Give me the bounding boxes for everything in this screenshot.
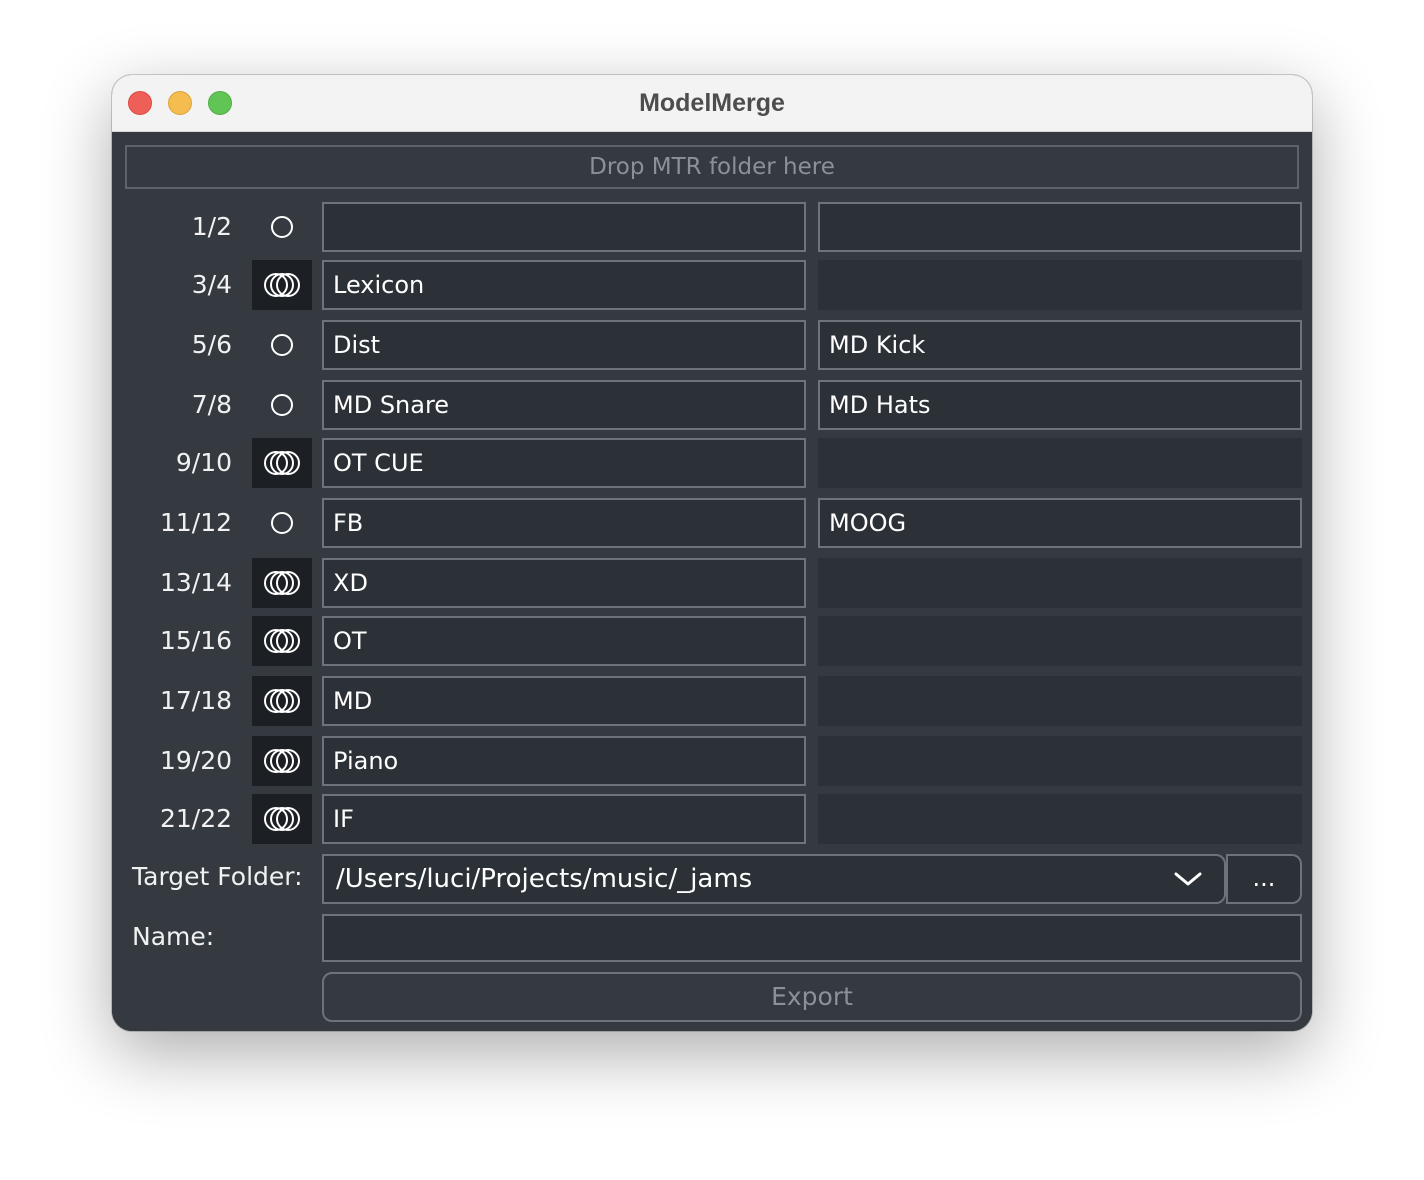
channel-label: 21/22 bbox=[159, 804, 232, 833]
channel-left-name-input[interactable]: Piano bbox=[322, 736, 806, 786]
stereo-link-toggle[interactable] bbox=[252, 498, 312, 548]
channel-left-name-input[interactable]: OT CUE bbox=[322, 438, 806, 488]
stereo-link-toggle[interactable] bbox=[252, 736, 312, 786]
app-window: ModelMerge Drop MTR folder here 1/2 3/4 Le… bbox=[112, 75, 1312, 1031]
channel-row: 1/2 bbox=[112, 202, 1312, 252]
window-title: ModelMerge bbox=[639, 89, 785, 117]
target-folder-select[interactable]: /Users/luci/Projects/music/_jams bbox=[322, 854, 1226, 904]
linked-circles-icon bbox=[264, 571, 300, 595]
channel-row: 9/10 OT CUE bbox=[112, 438, 1312, 488]
channel-left-name-input[interactable]: IF bbox=[322, 794, 806, 844]
channel-right-name-input[interactable]: MD Kick bbox=[818, 320, 1302, 370]
stereo-link-toggle[interactable] bbox=[252, 320, 312, 370]
stereo-link-toggle[interactable] bbox=[252, 202, 312, 252]
channel-left-name-input[interactable]: MD bbox=[322, 676, 806, 726]
single-circle-icon bbox=[271, 216, 293, 238]
stereo-link-toggle[interactable] bbox=[252, 260, 312, 310]
target-folder-label: Target Folder: bbox=[132, 862, 303, 891]
channel-right-name-input bbox=[818, 676, 1302, 726]
single-circle-icon bbox=[271, 394, 293, 416]
channel-right-name-input bbox=[818, 736, 1302, 786]
channel-label: 13/14 bbox=[159, 568, 232, 597]
channel-label: 9/10 bbox=[175, 448, 232, 477]
channel-right-name-input bbox=[818, 438, 1302, 488]
channel-label: 11/12 bbox=[159, 508, 232, 537]
channel-label: 17/18 bbox=[159, 686, 232, 715]
channel-left-name-input[interactable]: OT bbox=[322, 616, 806, 666]
drop-zone[interactable]: Drop MTR folder here bbox=[125, 145, 1299, 189]
channel-left-name-input[interactable]: MD Snare bbox=[322, 380, 806, 430]
channel-row: 21/22 IF bbox=[112, 794, 1312, 844]
channel-right-name-input[interactable]: MD Hats bbox=[818, 380, 1302, 430]
channel-right-name-input[interactable] bbox=[818, 202, 1302, 252]
channel-left-name-input[interactable] bbox=[322, 202, 806, 252]
channel-label: 5/6 bbox=[191, 330, 232, 359]
channel-right-name-input bbox=[818, 794, 1302, 844]
browse-folder-button[interactable]: ... bbox=[1226, 854, 1302, 904]
channel-row: 19/20 Piano bbox=[112, 736, 1312, 786]
stereo-link-toggle[interactable] bbox=[252, 616, 312, 666]
channel-left-name-input[interactable]: FB bbox=[322, 498, 806, 548]
main-content: Drop MTR folder here 1/2 3/4 Lexicon 5/6 Dis… bbox=[112, 132, 1312, 1031]
channel-left-name-input[interactable]: XD bbox=[322, 558, 806, 608]
channel-left-name-input[interactable]: Dist bbox=[322, 320, 806, 370]
channel-label: 15/16 bbox=[159, 626, 232, 655]
channel-row: 5/6 Dist MD Kick bbox=[112, 320, 1312, 370]
channel-right-name-input bbox=[818, 558, 1302, 608]
export-button[interactable]: Export bbox=[322, 972, 1302, 1022]
stereo-link-toggle[interactable] bbox=[252, 380, 312, 430]
stereo-link-toggle[interactable] bbox=[252, 794, 312, 844]
channel-label: 3/4 bbox=[191, 270, 232, 299]
name-input[interactable] bbox=[322, 914, 1302, 962]
channel-label: 19/20 bbox=[159, 746, 232, 775]
single-circle-icon bbox=[271, 334, 293, 356]
channel-right-name-input bbox=[818, 616, 1302, 666]
linked-circles-icon bbox=[264, 749, 300, 773]
stereo-link-toggle[interactable] bbox=[252, 676, 312, 726]
linked-circles-icon bbox=[264, 629, 300, 653]
channel-row: 15/16 OT bbox=[112, 616, 1312, 666]
linked-circles-icon bbox=[264, 451, 300, 475]
linked-circles-icon bbox=[264, 689, 300, 713]
chevron-down-icon bbox=[1174, 872, 1202, 886]
channel-row: 7/8 MD Snare MD Hats bbox=[112, 380, 1312, 430]
channel-label: 7/8 bbox=[191, 390, 232, 419]
stereo-link-toggle[interactable] bbox=[252, 558, 312, 608]
title-bar: ModelMerge bbox=[112, 75, 1312, 132]
linked-circles-icon bbox=[264, 273, 300, 297]
channel-row: 17/18 MD bbox=[112, 676, 1312, 726]
name-label: Name: bbox=[132, 922, 215, 951]
channel-left-name-input[interactable]: Lexicon bbox=[322, 260, 806, 310]
channel-label: 1/2 bbox=[191, 212, 232, 241]
channel-row: 3/4 Lexicon bbox=[112, 260, 1312, 310]
channel-row: 13/14 XD bbox=[112, 558, 1312, 608]
channel-right-name-input bbox=[818, 260, 1302, 310]
target-folder-value: /Users/luci/Projects/music/_jams bbox=[336, 864, 753, 894]
channel-row: 11/12 FB MOOG bbox=[112, 498, 1312, 548]
linked-circles-icon bbox=[264, 807, 300, 831]
channel-right-name-input[interactable]: MOOG bbox=[818, 498, 1302, 548]
stereo-link-toggle[interactable] bbox=[252, 438, 312, 488]
single-circle-icon bbox=[271, 512, 293, 534]
